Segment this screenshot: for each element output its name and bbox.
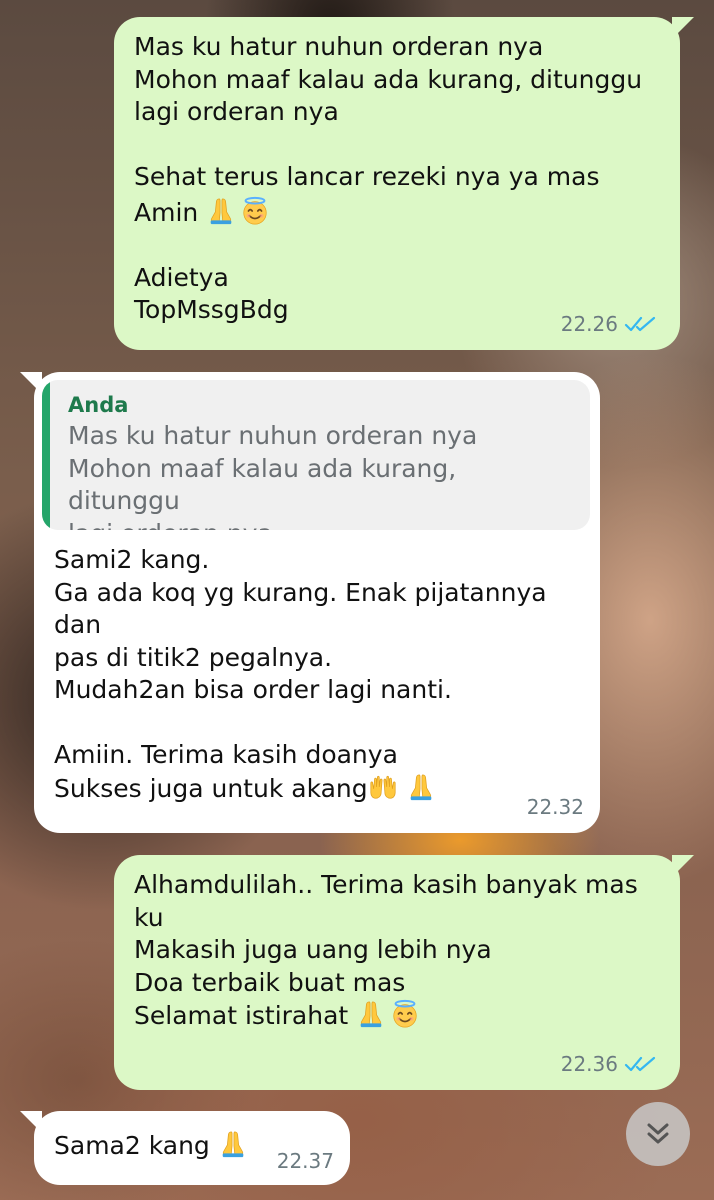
text-line: lagi orderan nya <box>134 97 339 126</box>
bubble-tail <box>672 855 694 877</box>
text-line: Sehat terus lancar rezeki nya ya mas <box>134 162 600 191</box>
timestamp: 22.26 <box>560 311 618 336</box>
message-outgoing[interactable]: Alhamdulilah.. Terima kasih banyak mas k… <box>114 855 694 1090</box>
bubble-tail <box>20 372 42 394</box>
text-span: Sukses juga untuk akang <box>54 773 368 803</box>
text-span: Selamat istirahat <box>134 1001 349 1030</box>
double-check-read-icon <box>624 314 658 334</box>
timestamp: 22.37 <box>276 1148 334 1173</box>
praying-hands-icon <box>406 772 436 802</box>
quote-accent-bar <box>42 380 50 530</box>
message-outgoing[interactable]: Mas ku hatur nuhun orderan nya Mohon maa… <box>114 17 694 350</box>
praying-hands-icon <box>218 1129 248 1159</box>
message-body: Sami2 kang. Ga ada koq yg kurang. Enak p… <box>54 545 547 769</box>
praying-hands-icon <box>206 196 236 226</box>
text-line: Mas ku hatur nuhun orderan nya <box>134 32 544 61</box>
double-check-read-icon <box>624 1054 658 1074</box>
text-line: Mohon maaf kalau ada kurang, ditunggu <box>134 64 643 94</box>
message-meta: 22.37 <box>277 1145 334 1178</box>
smiling-halo-icon <box>390 999 420 1029</box>
message-meta: 22.36 <box>561 1048 658 1081</box>
bubble-tail <box>20 1111 42 1133</box>
quote-author: Anda <box>68 393 129 417</box>
text-line-with-emoji: Amin <box>134 196 656 230</box>
text-line: Adietya <box>134 262 229 292</box>
timestamp: 22.32 <box>526 794 584 819</box>
message-meta: 22.26 <box>561 308 658 341</box>
raised-hands-icon <box>368 772 398 802</box>
message-text: Sami2 kang. Ga ada koq yg kurang. Enak p… <box>54 544 580 805</box>
scroll-to-bottom-button[interactable] <box>626 1102 690 1166</box>
timestamp: 22.36 <box>560 1051 618 1076</box>
double-chevron-down-icon <box>647 1123 669 1144</box>
bubble-tail <box>672 17 694 39</box>
message-text: Alhamdulilah.. Terima kasih banyak mas k… <box>134 869 656 1033</box>
praying-hands-icon <box>356 999 386 1029</box>
quoted-message[interactable]: Anda Mas ku hatur nuhun orderan nya Moho… <box>42 380 590 530</box>
smiling-halo-icon <box>240 196 270 226</box>
quote-text: Mas ku hatur nuhun orderan nya Mohon maa… <box>68 421 478 530</box>
message-body: Alhamdulilah.. Terima kasih banyak mas k… <box>134 870 638 997</box>
message-incoming[interactable]: Anda Mas ku hatur nuhun orderan nya Moho… <box>20 372 600 833</box>
message-body: Sama2 kang <box>54 1131 210 1160</box>
text-line-with-emoji: Sukses juga untuk akang <box>54 772 580 806</box>
message-text: Mas ku hatur nuhun orderan nya Mohon maa… <box>134 31 656 327</box>
message-meta: 22.32 <box>527 791 584 824</box>
message-incoming[interactable]: Sama2 kang 22.37 <box>20 1111 350 1185</box>
text-line-with-emoji: Selamat istirahat <box>134 999 656 1033</box>
text-span: Amin <box>134 197 199 227</box>
